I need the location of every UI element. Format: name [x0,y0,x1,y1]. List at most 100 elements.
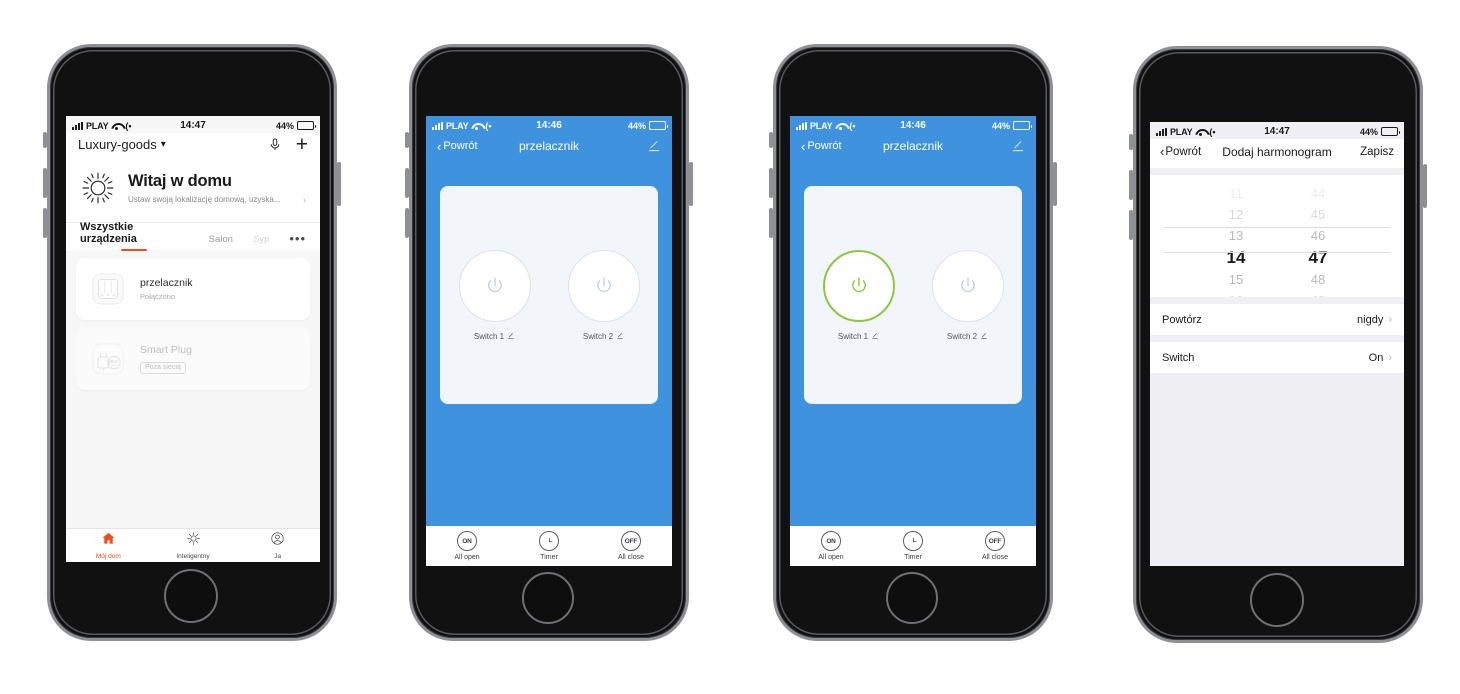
power-toggle-1[interactable] [458,249,531,322]
carrier-label: PLAY [86,120,109,131]
tabbar-item-smart[interactable]: Inteligentny [151,529,236,562]
phone-screen-schedule: PLAY (• 14:47 44% ‹ Powrót Dodaj harmono… [1150,122,1404,566]
switch-toolbar: ON All open Timer OFF All close [426,526,672,566]
phone-device-switch-on: PLAY (• 14:46 44% ‹ Powrót przelacznik S… [769,44,1057,641]
location-icon: (• [125,120,132,131]
hour-option[interactable]: 15 [1213,269,1259,290]
power-button[interactable] [337,162,341,206]
power-toggle-1[interactable] [822,249,895,322]
power-button[interactable] [1053,162,1057,206]
tab-all-devices[interactable]: Wszystkie urządzenia [80,221,189,250]
silent-switch[interactable] [405,132,409,148]
pencil-icon[interactable] [871,332,879,340]
toolbar-all-open[interactable]: ON All open [426,531,508,561]
volume-up-button[interactable] [769,168,773,198]
pencil-icon[interactable] [616,332,624,340]
volume-down-button[interactable] [405,208,409,238]
pencil-icon[interactable] [1011,139,1025,153]
clock-icon [903,531,923,551]
mic-icon[interactable] [268,137,282,152]
picker-selection-line-bottom [1164,252,1390,253]
hour-option[interactable]: 12 [1213,204,1259,225]
toolbar-timer[interactable]: Timer [872,531,954,561]
minute-option[interactable]: 44 [1295,183,1341,204]
power-icon [484,275,506,297]
switch-label: Switch 1 [837,331,869,341]
home-button[interactable] [164,569,218,623]
device-card-smart-plug[interactable]: Smart Plug Poza siecią [76,328,310,390]
power-button[interactable] [689,162,693,206]
pencil-icon[interactable] [507,332,515,340]
back-button[interactable]: ‹ Powrót [801,140,842,153]
tabbar-item-my-home[interactable]: Mój dom [66,529,151,562]
power-icon [593,275,615,297]
hour-option[interactable]: 13 [1213,225,1259,246]
location-icon: (• [849,120,856,131]
switch-control-1[interactable]: Switch 1 [822,249,895,341]
tab-sypialnia[interactable]: Syp [253,234,269,250]
toolbar-label: All open [818,554,844,561]
toolbar-timer[interactable]: Timer [508,531,590,561]
pencil-icon[interactable] [647,139,661,153]
hour-option[interactable]: 11 [1213,183,1259,204]
wifi-icon [471,122,482,130]
toolbar-all-close[interactable]: OFF All close [954,531,1036,561]
phone-device-schedule: PLAY (• 14:47 44% ‹ Powrót Dodaj harmono… [1129,46,1427,643]
phone-screen-switch-on: PLAY (• 14:46 44% ‹ Powrót przelacznik S… [790,116,1036,566]
minute-column[interactable]: 44 45 46 47 48 49 50 [1295,183,1341,297]
volume-up-button[interactable] [405,168,409,198]
silent-switch[interactable] [769,132,773,148]
tabs-more-button[interactable]: ••• [289,231,306,250]
home-button[interactable] [522,572,574,624]
minute-option-selected[interactable]: 47 [1295,246,1341,269]
back-button[interactable]: ‹ Powrót [437,140,478,153]
row-switch[interactable]: Switch On › [1150,342,1404,373]
tab-salon[interactable]: Salon [209,234,233,250]
toolbar-label: Timer [904,554,922,561]
silent-switch[interactable] [1129,134,1133,150]
bottom-tabbar: Mój dom Inteligentny Ja [66,528,320,562]
schedule-navbar: ‹ Powrót Dodaj harmonogram Zapisz [1150,139,1404,168]
switch-control-2[interactable]: Switch 2 [567,249,640,341]
chevron-down-icon[interactable]: ▾ [161,139,166,150]
wifi-icon [111,122,122,130]
home-button[interactable] [886,572,938,624]
minute-option[interactable]: 46 [1295,225,1341,246]
device-card-przelacznik[interactable]: przelacznik Połączono [76,258,310,320]
hour-option-selected[interactable]: 14 [1213,246,1259,269]
volume-up-button[interactable] [1129,170,1133,200]
switch-control-2[interactable]: Switch 2 [931,249,1004,341]
volume-up-button[interactable] [43,168,47,198]
welcome-subtitle: Ustaw swoją lokalizację domową, uzyska..… [128,195,281,204]
minute-option[interactable]: 49 [1295,290,1341,297]
toolbar-all-close[interactable]: OFF All close [590,531,672,561]
volume-down-button[interactable] [43,208,47,238]
toolbar-all-open[interactable]: ON All open [790,531,872,561]
silent-switch[interactable] [43,132,47,148]
switch-control-1[interactable]: Switch 1 [458,249,531,341]
time-picker[interactable]: 11 12 13 14 15 16 17 44 45 46 47 48 [1150,175,1404,297]
home-selector-label[interactable]: Luxury-goods [78,137,157,152]
power-on-icon: ON [821,531,841,551]
power-button[interactable] [1423,164,1427,208]
row-label: Switch [1162,351,1195,364]
switch-label-row: Switch 1 [474,332,515,341]
power-toggle-2[interactable] [567,249,640,322]
hour-option[interactable]: 16 [1213,290,1259,297]
phone-screen-home: PLAY (• 14:47 44% Luxury-goods ▾ + Witaj… [66,116,320,562]
add-device-button[interactable]: + [296,134,308,155]
hour-column[interactable]: 11 12 13 14 15 16 17 [1213,183,1259,297]
volume-down-button[interactable] [1129,210,1133,240]
device-name: przelacznik [140,277,193,289]
volume-down-button[interactable] [769,208,773,238]
power-toggle-2[interactable] [931,249,1004,322]
switch-label: Switch 1 [473,331,505,341]
welcome-banner[interactable]: Witaj w domu Ustaw swoją lokalizację dom… [66,160,320,222]
minute-option[interactable]: 48 [1295,269,1341,290]
row-repeat[interactable]: Powtórz nigdy › [1150,304,1404,335]
pencil-icon[interactable] [980,332,988,340]
minute-option[interactable]: 45 [1295,204,1341,225]
tabbar-item-me[interactable]: Ja [235,529,320,562]
cellular-signal-icon [796,121,807,130]
home-button[interactable] [1250,573,1304,627]
